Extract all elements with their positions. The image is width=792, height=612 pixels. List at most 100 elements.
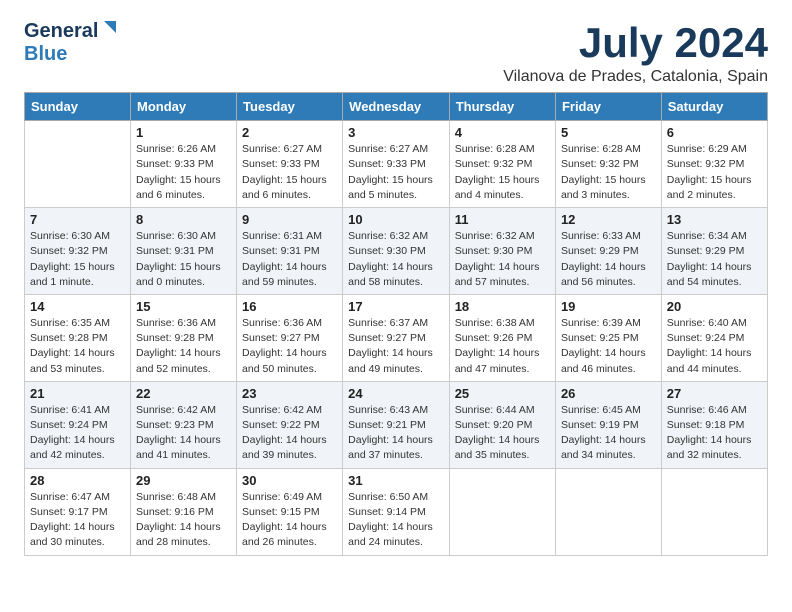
logo: General Blue bbox=[24, 20, 118, 66]
logo-general-text: General bbox=[24, 20, 98, 43]
calendar-cell: 19 Sunrise: 6:39 AM Sunset: 9:25 PM Dayli… bbox=[555, 294, 661, 381]
logo-arrow-icon bbox=[100, 19, 118, 37]
calendar-cell: 21Sunrise: 6:41 AM Sunset: 9:24 PM Dayli… bbox=[25, 381, 131, 468]
calendar-cell: 10Sunrise: 6:32 AM Sunset: 9:30 PM Dayli… bbox=[343, 208, 450, 295]
calendar-cell: 4 Sunrise: 6:28 AM Sunset: 9:32 PM Daylig… bbox=[449, 121, 555, 208]
calendar-cell: 1 Sunrise: 6:26 AM Sunset: 9:33 PM Daylig… bbox=[131, 121, 237, 208]
calendar-week-5: 28 Sunrise: 6:47 AM Sunset: 9:17 PM Dayli… bbox=[25, 468, 768, 555]
day-number: 11 bbox=[455, 212, 550, 227]
day-info: Sunrise: 6:34 AM Sunset: 9:29 PM Dayligh… bbox=[667, 229, 762, 290]
day-info: Sunrise: 6:49 AM Sunset: 9:15 PM Dayligh… bbox=[242, 490, 337, 551]
calendar-cell bbox=[25, 121, 131, 208]
calendar-week-3: 14Sunrise: 6:35 AM Sunset: 9:28 PM Dayli… bbox=[25, 294, 768, 381]
day-info: Sunrise: 6:36 AM Sunset: 9:28 PM Dayligh… bbox=[136, 316, 231, 377]
day-number: 29 bbox=[136, 473, 231, 488]
weekday-header-friday: Friday bbox=[555, 93, 661, 121]
header-row: SundayMondayTuesdayWednesdayThursdayFrid… bbox=[25, 93, 768, 121]
day-number: 7 bbox=[30, 212, 125, 227]
calendar-week-2: 7 Sunrise: 6:30 AM Sunset: 9:32 PM Daylig… bbox=[25, 208, 768, 295]
day-info: Sunrise: 6:45 AM Sunset: 9:19 PM Dayligh… bbox=[561, 403, 656, 464]
day-info: Sunrise: 6:36 AM Sunset: 9:27 PM Dayligh… bbox=[242, 316, 337, 377]
calendar-cell: 14Sunrise: 6:35 AM Sunset: 9:28 PM Dayli… bbox=[25, 294, 131, 381]
calendar-table: SundayMondayTuesdayWednesdayThursdayFrid… bbox=[24, 92, 768, 555]
day-number: 1 bbox=[136, 125, 231, 140]
day-number: 22 bbox=[136, 386, 231, 401]
day-number: 13 bbox=[667, 212, 762, 227]
day-number: 10 bbox=[348, 212, 444, 227]
calendar-body: 1 Sunrise: 6:26 AM Sunset: 9:33 PM Daylig… bbox=[25, 121, 768, 555]
calendar-week-4: 21Sunrise: 6:41 AM Sunset: 9:24 PM Dayli… bbox=[25, 381, 768, 468]
day-info: Sunrise: 6:46 AM Sunset: 9:18 PM Dayligh… bbox=[667, 403, 762, 464]
calendar-cell: 27 Sunrise: 6:46 AM Sunset: 9:18 PM Dayli… bbox=[661, 381, 767, 468]
weekday-header-wednesday: Wednesday bbox=[343, 93, 450, 121]
day-number: 12 bbox=[561, 212, 656, 227]
day-info: Sunrise: 6:40 AM Sunset: 9:24 PM Dayligh… bbox=[667, 316, 762, 377]
weekday-header-sunday: Sunday bbox=[25, 93, 131, 121]
calendar-cell: 29 Sunrise: 6:48 AM Sunset: 9:16 PM Dayli… bbox=[131, 468, 237, 555]
day-number: 5 bbox=[561, 125, 656, 140]
day-info: Sunrise: 6:28 AM Sunset: 9:32 PM Dayligh… bbox=[561, 142, 656, 203]
day-info: Sunrise: 6:27 AM Sunset: 9:33 PM Dayligh… bbox=[242, 142, 337, 203]
calendar-cell bbox=[555, 468, 661, 555]
day-info: Sunrise: 6:28 AM Sunset: 9:32 PM Dayligh… bbox=[455, 142, 550, 203]
calendar-cell: 8 Sunrise: 6:30 AM Sunset: 9:31 PM Daylig… bbox=[131, 208, 237, 295]
calendar-cell: 13 Sunrise: 6:34 AM Sunset: 9:29 PM Dayli… bbox=[661, 208, 767, 295]
calendar-cell: 7 Sunrise: 6:30 AM Sunset: 9:32 PM Daylig… bbox=[25, 208, 131, 295]
day-info: Sunrise: 6:31 AM Sunset: 9:31 PM Dayligh… bbox=[242, 229, 337, 290]
day-info: Sunrise: 6:47 AM Sunset: 9:17 PM Dayligh… bbox=[30, 490, 125, 551]
calendar-cell: 23 Sunrise: 6:42 AM Sunset: 9:22 PM Dayli… bbox=[237, 381, 343, 468]
calendar-cell: 20 Sunrise: 6:40 AM Sunset: 9:24 PM Dayli… bbox=[661, 294, 767, 381]
day-number: 28 bbox=[30, 473, 125, 488]
day-info: Sunrise: 6:30 AM Sunset: 9:32 PM Dayligh… bbox=[30, 229, 125, 290]
day-number: 23 bbox=[242, 386, 337, 401]
calendar-cell: 24Sunrise: 6:43 AM Sunset: 9:21 PM Dayli… bbox=[343, 381, 450, 468]
day-info: Sunrise: 6:29 AM Sunset: 9:32 PM Dayligh… bbox=[667, 142, 762, 203]
day-number: 19 bbox=[561, 299, 656, 314]
calendar-cell: 17Sunrise: 6:37 AM Sunset: 9:27 PM Dayli… bbox=[343, 294, 450, 381]
day-info: Sunrise: 6:48 AM Sunset: 9:16 PM Dayligh… bbox=[136, 490, 231, 551]
calendar-cell: 6Sunrise: 6:29 AM Sunset: 9:32 PM Daylig… bbox=[661, 121, 767, 208]
day-info: Sunrise: 6:42 AM Sunset: 9:23 PM Dayligh… bbox=[136, 403, 231, 464]
calendar-header: SundayMondayTuesdayWednesdayThursdayFrid… bbox=[25, 93, 768, 121]
day-number: 15 bbox=[136, 299, 231, 314]
calendar-cell: 26 Sunrise: 6:45 AM Sunset: 9:19 PM Dayli… bbox=[555, 381, 661, 468]
day-number: 20 bbox=[667, 299, 762, 314]
day-info: Sunrise: 6:30 AM Sunset: 9:31 PM Dayligh… bbox=[136, 229, 231, 290]
calendar-cell: 12 Sunrise: 6:33 AM Sunset: 9:29 PM Dayli… bbox=[555, 208, 661, 295]
day-info: Sunrise: 6:50 AM Sunset: 9:14 PM Dayligh… bbox=[348, 490, 444, 551]
logo-blue-text: Blue bbox=[24, 43, 67, 66]
day-info: Sunrise: 6:26 AM Sunset: 9:33 PM Dayligh… bbox=[136, 142, 231, 203]
calendar-cell: 5 Sunrise: 6:28 AM Sunset: 9:32 PM Daylig… bbox=[555, 121, 661, 208]
calendar-cell: 18 Sunrise: 6:38 AM Sunset: 9:26 PM Dayli… bbox=[449, 294, 555, 381]
calendar-cell: 22 Sunrise: 6:42 AM Sunset: 9:23 PM Dayli… bbox=[131, 381, 237, 468]
day-info: Sunrise: 6:38 AM Sunset: 9:26 PM Dayligh… bbox=[455, 316, 550, 377]
weekday-header-tuesday: Tuesday bbox=[237, 93, 343, 121]
day-number: 16 bbox=[242, 299, 337, 314]
main-title: July 2024 bbox=[503, 20, 768, 66]
day-number: 27 bbox=[667, 386, 762, 401]
calendar-cell bbox=[449, 468, 555, 555]
calendar-cell: 3Sunrise: 6:27 AM Sunset: 9:33 PM Daylig… bbox=[343, 121, 450, 208]
day-number: 8 bbox=[136, 212, 231, 227]
weekday-header-saturday: Saturday bbox=[661, 93, 767, 121]
day-info: Sunrise: 6:32 AM Sunset: 9:30 PM Dayligh… bbox=[455, 229, 550, 290]
day-number: 9 bbox=[242, 212, 337, 227]
day-number: 18 bbox=[455, 299, 550, 314]
day-info: Sunrise: 6:39 AM Sunset: 9:25 PM Dayligh… bbox=[561, 316, 656, 377]
day-number: 2 bbox=[242, 125, 337, 140]
day-number: 26 bbox=[561, 386, 656, 401]
calendar-cell: 16 Sunrise: 6:36 AM Sunset: 9:27 PM Dayli… bbox=[237, 294, 343, 381]
calendar-cell: 2 Sunrise: 6:27 AM Sunset: 9:33 PM Daylig… bbox=[237, 121, 343, 208]
day-info: Sunrise: 6:44 AM Sunset: 9:20 PM Dayligh… bbox=[455, 403, 550, 464]
page-header: General Blue July 2024 Vilanova de Prade… bbox=[24, 20, 768, 86]
calendar-cell: 31 Sunrise: 6:50 AM Sunset: 9:14 PM Dayli… bbox=[343, 468, 450, 555]
day-info: Sunrise: 6:33 AM Sunset: 9:29 PM Dayligh… bbox=[561, 229, 656, 290]
day-number: 21 bbox=[30, 386, 125, 401]
day-info: Sunrise: 6:42 AM Sunset: 9:22 PM Dayligh… bbox=[242, 403, 337, 464]
day-number: 31 bbox=[348, 473, 444, 488]
day-number: 3 bbox=[348, 125, 444, 140]
calendar-cell bbox=[661, 468, 767, 555]
day-number: 24 bbox=[348, 386, 444, 401]
day-number: 4 bbox=[455, 125, 550, 140]
calendar-week-1: 1 Sunrise: 6:26 AM Sunset: 9:33 PM Daylig… bbox=[25, 121, 768, 208]
